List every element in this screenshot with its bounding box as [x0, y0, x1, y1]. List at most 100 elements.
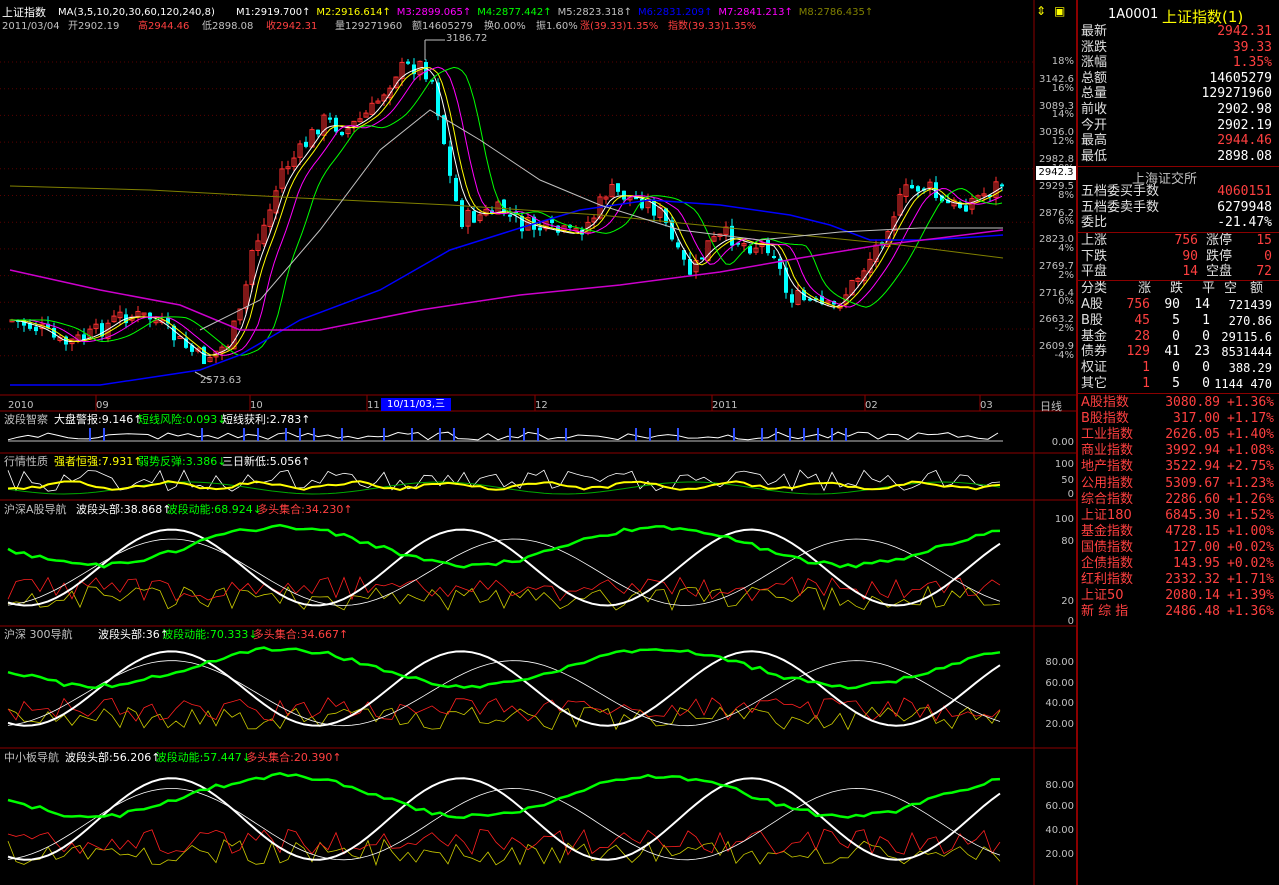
- index-name[interactable]: B股指数: [1081, 411, 1129, 427]
- quote-code: 1A0001: [1108, 7, 1159, 22]
- quote-value: 2902.19: [1217, 117, 1272, 133]
- date-tick: 12: [535, 400, 548, 411]
- index-row[interactable]: 上证180 6845.30 +1.52%: [1078, 508, 1276, 524]
- depth-label: 委比: [1081, 215, 1108, 231]
- index-title: 上证指数: [2, 6, 46, 19]
- chart-settings-icon[interactable]: ▣: [1054, 4, 1066, 18]
- panel-title: 行情性质: [4, 455, 48, 468]
- index-row[interactable]: A股指数 3080.89 +1.36%: [1078, 395, 1276, 411]
- indicator-axis-tick: 60.00: [1045, 801, 1074, 812]
- info-index-change: 指数(39.33)1.35%: [668, 21, 757, 32]
- index-name[interactable]: 国债指数: [1081, 540, 1133, 556]
- index-name[interactable]: 红利指数: [1081, 572, 1133, 588]
- category-row: B股 45 5 1 270.86: [1078, 313, 1276, 329]
- index-name[interactable]: 上证180: [1081, 508, 1132, 524]
- category-row: 债券 129 41 23 8531444: [1078, 344, 1276, 360]
- candle-body: [508, 214, 512, 217]
- panel-title: 波段智察: [4, 413, 48, 426]
- date-tick: 09: [96, 400, 109, 411]
- ma60-line: [199, 109, 1003, 331]
- quote-row: 涨幅 1.35%: [1078, 55, 1276, 71]
- category-up: 756: [1126, 297, 1150, 312]
- date-tick: 2011: [712, 400, 738, 411]
- ma8-line: [9, 185, 1004, 259]
- candle-body: [472, 211, 476, 223]
- index-row[interactable]: B股指数 317.00 +1.17%: [1078, 411, 1276, 427]
- category-row: A股 756 90 14 721439: [1078, 297, 1276, 313]
- index-name[interactable]: 公用指数: [1081, 476, 1133, 492]
- index-row[interactable]: 新 综 指 2486.48 +1.36%: [1078, 604, 1276, 620]
- index-name[interactable]: 工业指数: [1081, 427, 1133, 443]
- candle-body: [82, 334, 86, 340]
- quote-row: 前收 2902.98: [1078, 102, 1276, 118]
- nav-sme-yellow: [7, 838, 1001, 867]
- quote-label: 最低: [1081, 148, 1108, 164]
- index-change: +1.08%: [1227, 443, 1274, 459]
- index-name[interactable]: 商业指数: [1081, 443, 1133, 459]
- index-value: 2080.14: [1165, 588, 1220, 604]
- pct-tick: 8%: [1058, 189, 1074, 201]
- index-name[interactable]: 上证50: [1081, 588, 1124, 604]
- ma-value: M1:2919.700↑: [236, 7, 311, 18]
- panel-title: 沪深A股导航: [4, 503, 67, 516]
- indicator-axis-tick: 20: [1061, 596, 1074, 607]
- index-name[interactable]: 地产指数: [1081, 459, 1133, 475]
- candle-body: [328, 117, 332, 120]
- index-row[interactable]: 公用指数 5309.67 +1.23%: [1078, 476, 1276, 492]
- index-row[interactable]: 综合指数 2286.60 +1.26%: [1078, 492, 1276, 508]
- breadth-value: 72: [1256, 264, 1272, 280]
- index-row[interactable]: 地产指数 3522.94 +2.75%: [1078, 459, 1276, 475]
- quote-row: 总额 14605279: [1078, 71, 1276, 87]
- nav-300-yellow: [7, 706, 1001, 731]
- index-change: +1.23%: [1227, 475, 1274, 491]
- quote-value: 2902.98: [1217, 102, 1272, 117]
- pct-tick: -2%: [1054, 323, 1074, 334]
- category-amount: 388.29: [1228, 361, 1272, 376]
- ma-header: MA(3,5,10,20,30,60,120,240,8): [58, 7, 215, 18]
- index-name[interactable]: 新 综 指: [1081, 604, 1128, 620]
- quote-value: 39.33: [1232, 39, 1272, 55]
- panel-title: 中小板导航: [4, 751, 59, 764]
- current-price-tag: 2942.3: [1036, 166, 1076, 180]
- candle-body: [916, 186, 920, 192]
- period-button[interactable]: 日线: [1040, 398, 1062, 414]
- quote-row: 最新 2942.31: [1078, 24, 1276, 40]
- index-change: +0.02%: [1227, 556, 1274, 571]
- ma-value: M4:2877.442↑: [477, 7, 552, 18]
- index-row[interactable]: 工业指数 2626.05 +1.40%: [1078, 427, 1276, 443]
- index-name[interactable]: 基金指数: [1081, 524, 1133, 540]
- breadth-label: 下跌: [1081, 248, 1108, 264]
- candle-body: [148, 312, 152, 320]
- index-value: 143.95: [1173, 556, 1220, 571]
- category-flat: 1: [1202, 312, 1210, 328]
- category-row: 其它 1 5 0 1144 470: [1078, 376, 1276, 392]
- index-row[interactable]: 红利指数 2332.32 +1.71%: [1078, 572, 1276, 588]
- index-name[interactable]: A股指数: [1081, 395, 1129, 411]
- quote-row: 总量 129271960: [1078, 86, 1276, 102]
- index-name[interactable]: 综合指数: [1081, 492, 1133, 508]
- quote-value: 129271960: [1201, 86, 1272, 102]
- high-price-label: 3186.72: [446, 33, 488, 44]
- candle-body: [334, 117, 338, 132]
- index-change: +1.71%: [1227, 572, 1274, 588]
- index-row[interactable]: 国债指数 127.00 +0.02%: [1078, 540, 1276, 556]
- panel2-yellow-line: [7, 480, 1001, 491]
- candle-body: [964, 205, 968, 212]
- index-name[interactable]: 企债指数: [1081, 556, 1133, 572]
- date-tick: 10: [250, 400, 263, 411]
- lock-icon[interactable]: ⇕: [1036, 4, 1048, 18]
- index-row[interactable]: 上证50 2080.14 +1.39%: [1078, 588, 1276, 604]
- index-value: 2486.48: [1165, 604, 1220, 620]
- category-header-cell: 跌: [1170, 281, 1184, 296]
- category-flat: 0: [1202, 328, 1210, 344]
- pct-tick: 4%: [1058, 242, 1074, 254]
- nav-a-yellow: [7, 585, 1001, 611]
- panel-value: 短线风险:0.093↓: [138, 413, 227, 426]
- index-row[interactable]: 商业指数 3992.94 +1.08%: [1078, 443, 1276, 459]
- candle-body: [772, 256, 776, 259]
- index-row[interactable]: 企债指数 143.95 +0.02%: [1078, 556, 1276, 572]
- category-name: A股: [1081, 297, 1103, 312]
- panel-value: 多头集合:34.667↑: [252, 628, 349, 641]
- index-row[interactable]: 基金指数 4728.15 +1.00%: [1078, 524, 1276, 540]
- candle-body: [616, 183, 620, 192]
